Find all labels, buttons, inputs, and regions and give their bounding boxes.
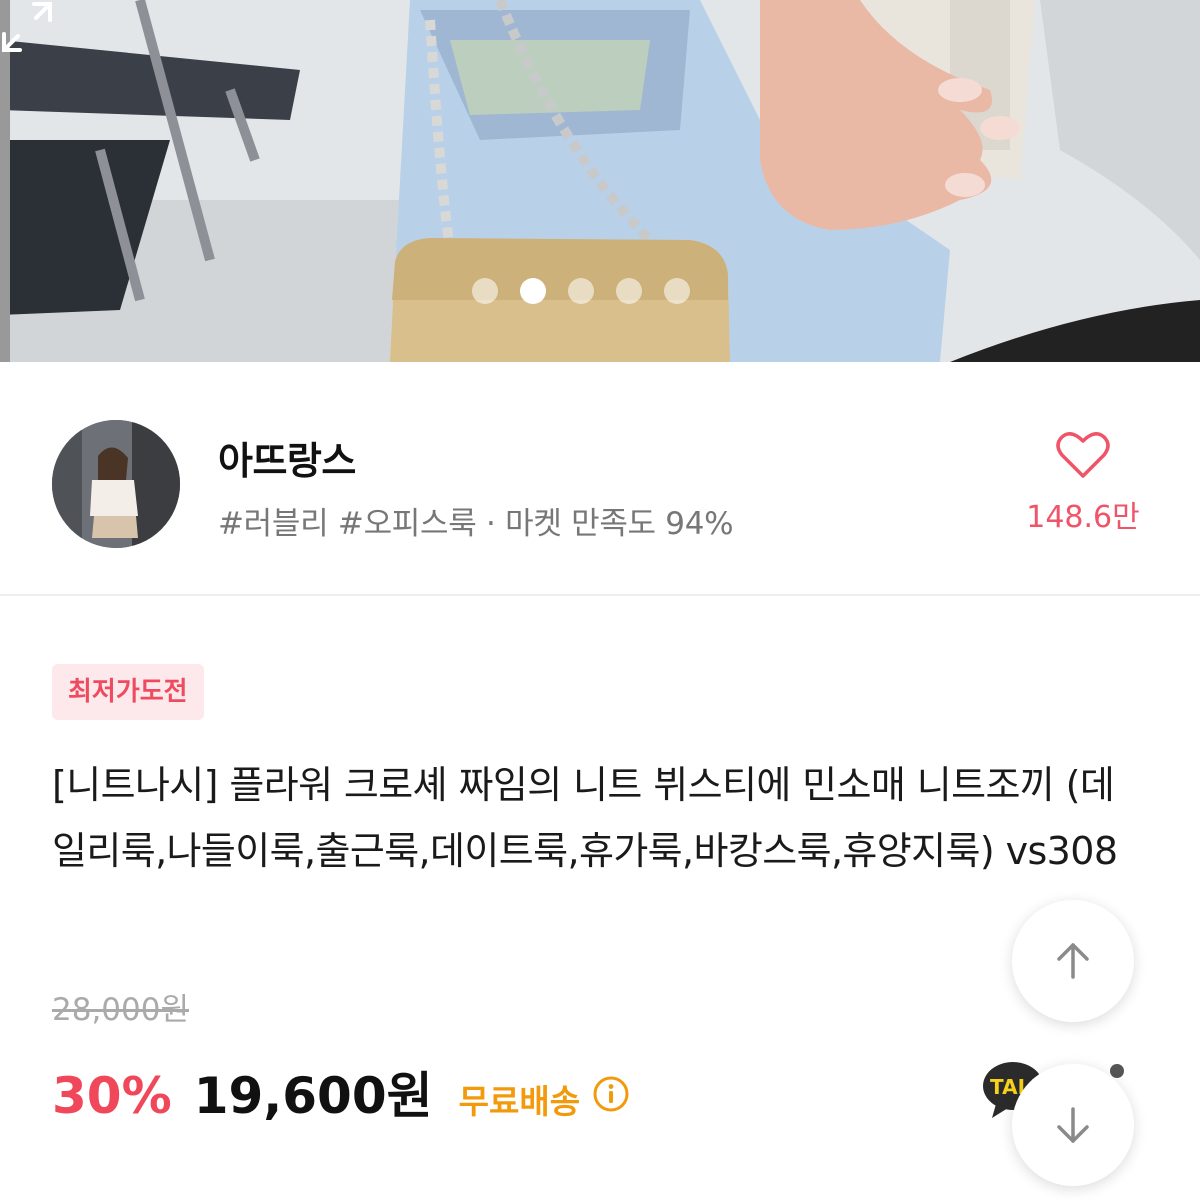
like-count: 148.6만 xyxy=(1026,500,1140,535)
more-dot xyxy=(1110,1064,1124,1078)
arrow-down-icon xyxy=(1057,1107,1089,1143)
free-shipping-label: 무료배송 xyxy=(458,1082,581,1121)
carousel-indicator xyxy=(472,278,690,304)
carousel-dot[interactable] xyxy=(472,278,498,304)
product-title: [니트나시] 플라워 크로셰 짜임의 니트 뷔스티에 민소매 니트조끼 (데일리… xyxy=(52,763,1118,873)
carousel-dot[interactable] xyxy=(664,278,690,304)
expand-icon[interactable] xyxy=(0,0,54,54)
price-row: 30% 19,600원 무료배송 xyxy=(52,1056,630,1128)
seller-avatar[interactable] xyxy=(52,420,180,548)
arrow-up-icon xyxy=(1057,943,1089,979)
seller-tags: #러블리 #오피스룩 · 마켓 만족도 94% xyxy=(218,506,734,542)
discount-rate: 30% xyxy=(52,1067,172,1125)
scroll-top-button[interactable] xyxy=(1012,900,1134,1022)
lowest-price-badge: 최저가도전 xyxy=(52,664,204,720)
seller-row[interactable]: 아뜨랑스 #러블리 #오피스룩 · 마켓 만족도 94% 148.6만 xyxy=(0,362,1200,596)
original-price: 28,000원 xyxy=(52,992,189,1028)
sale-price: 19,600원 xyxy=(193,1067,433,1125)
heart-icon[interactable] xyxy=(1056,430,1110,480)
info-icon[interactable] xyxy=(592,1075,630,1113)
seller-name[interactable]: 아뜨랑스 xyxy=(218,430,356,485)
carousel-dot-active[interactable] xyxy=(520,278,546,304)
product-photo xyxy=(0,0,1200,362)
carousel-dot[interactable] xyxy=(568,278,594,304)
product-image-carousel[interactable] xyxy=(0,0,1200,362)
scroll-bottom-button[interactable] xyxy=(1012,1064,1134,1186)
carousel-dot[interactable] xyxy=(616,278,642,304)
